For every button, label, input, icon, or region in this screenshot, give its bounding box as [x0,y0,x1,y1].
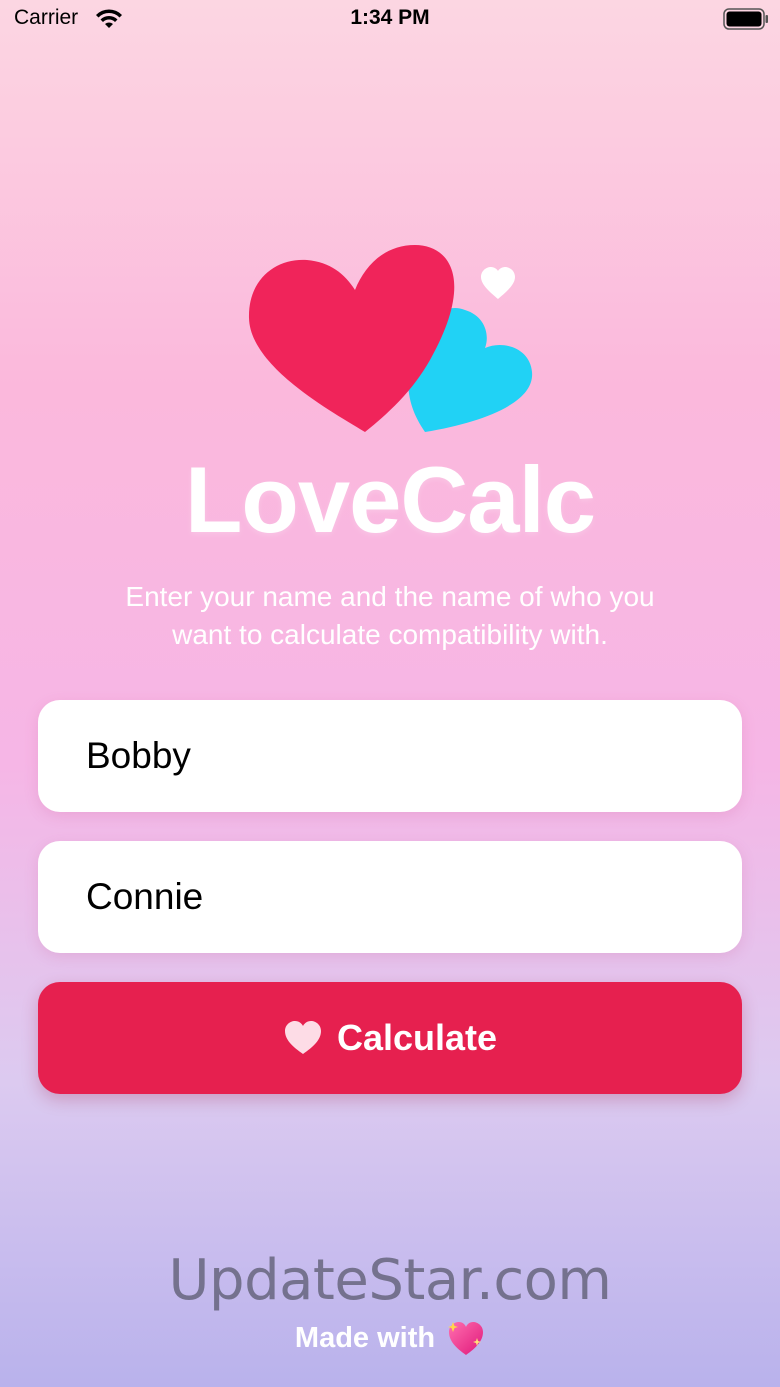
heart-icon [284,1021,321,1054]
calculate-button[interactable]: Calculate [38,982,742,1094]
status-bar: Carrier 1:34 PM [0,0,780,40]
app-title: LoveCalc [185,447,596,552]
sparkle-heart-icon [448,1322,484,1355]
watermark: UpdateStar.com [168,1248,612,1313]
instructions-line-2: want to calculate compatibility with. [172,619,608,650]
first-name-value: Bobby [86,735,191,776]
second-name-value: Connie [86,876,204,917]
footer: Made with [0,1318,780,1358]
second-name-field[interactable]: Connie [38,841,742,953]
hearts-logo-icon [248,245,533,432]
first-name-field[interactable]: Bobby [38,700,742,812]
clock: 1:34 PM [350,6,430,29]
calculate-label: Calculate [336,1017,498,1058]
instructions-line-1: Enter your name and the name of who you [125,581,655,612]
instructions-text: Enter your name and the name of who you … [70,578,710,654]
made-with-label: Made with [294,1321,436,1354]
battery-icon [723,8,768,30]
